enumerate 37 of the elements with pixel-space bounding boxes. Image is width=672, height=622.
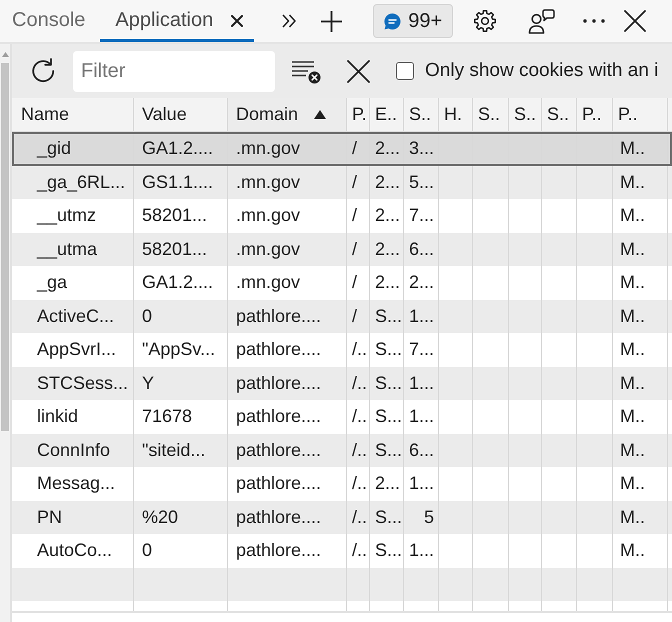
column-header[interactable]: S.. [404, 98, 439, 131]
table-row[interactable]: ActiveC... 0 pathlore.... / S... 1... M.. [12, 300, 672, 333]
scrollbar-thumb[interactable] [1, 63, 9, 431]
column-header[interactable]: Domain [228, 98, 347, 131]
table-row[interactable]: STCSess... Y pathlore.... /.. S... 1... M.. [12, 366, 672, 400]
sort-ascending-icon [314, 110, 326, 119]
scrollbar-track[interactable] [0, 44, 10, 622]
settings-icon[interactable] [473, 9, 498, 33]
table-row[interactable]: _ga_6RL... GS1.1.... .mn.gov / 2... 5... M.. [12, 166, 672, 199]
table-row[interactable]: ConnInfo "siteid... pathlore.... /.. S... 6... M.. [12, 434, 672, 467]
table-row[interactable]: _gid GA1.2.... .mn.gov / 2... 3... M.. [12, 132, 672, 166]
column-header[interactable]: H. [439, 98, 473, 131]
close-icon[interactable] [231, 14, 244, 26]
plus-icon[interactable] [321, 10, 342, 32]
table-row[interactable]: __utma 58201... .mn.gov / 2... 6... M.. [12, 232, 672, 266]
double-chevron-icon[interactable] [282, 14, 296, 28]
column-header[interactable]: P.. [577, 98, 613, 131]
table-row[interactable]: PN %20 pathlore.... /.. S... 5 M.. [12, 500, 672, 534]
column-header[interactable]: E.. [370, 98, 404, 131]
checkbox-label[interactable]: Only show cookies with an i [425, 60, 658, 82]
close-icon[interactable] [624, 10, 646, 32]
column-header[interactable]: Name [12, 98, 134, 131]
column-header[interactable]: S.. [473, 98, 509, 131]
refresh-icon[interactable] [30, 58, 56, 84]
chat-icon [384, 12, 402, 30]
column-header[interactable]: S.. [542, 98, 577, 131]
column-header[interactable]: P. [347, 98, 370, 131]
clear-list-icon[interactable] [291, 58, 321, 84]
filter-field[interactable]: Filter [73, 50, 275, 92]
issues-badge[interactable]: 99+ [373, 4, 454, 38]
tab[interactable]: Console [0, 0, 100, 42]
close-icon[interactable] [347, 60, 370, 82]
person-bubble-icon[interactable] [528, 8, 556, 34]
column-header[interactable]: S.. [509, 98, 542, 131]
more-icon[interactable] [583, 19, 606, 23]
column-header[interactable]: P.. [613, 98, 668, 131]
checkbox[interactable] [396, 62, 414, 80]
